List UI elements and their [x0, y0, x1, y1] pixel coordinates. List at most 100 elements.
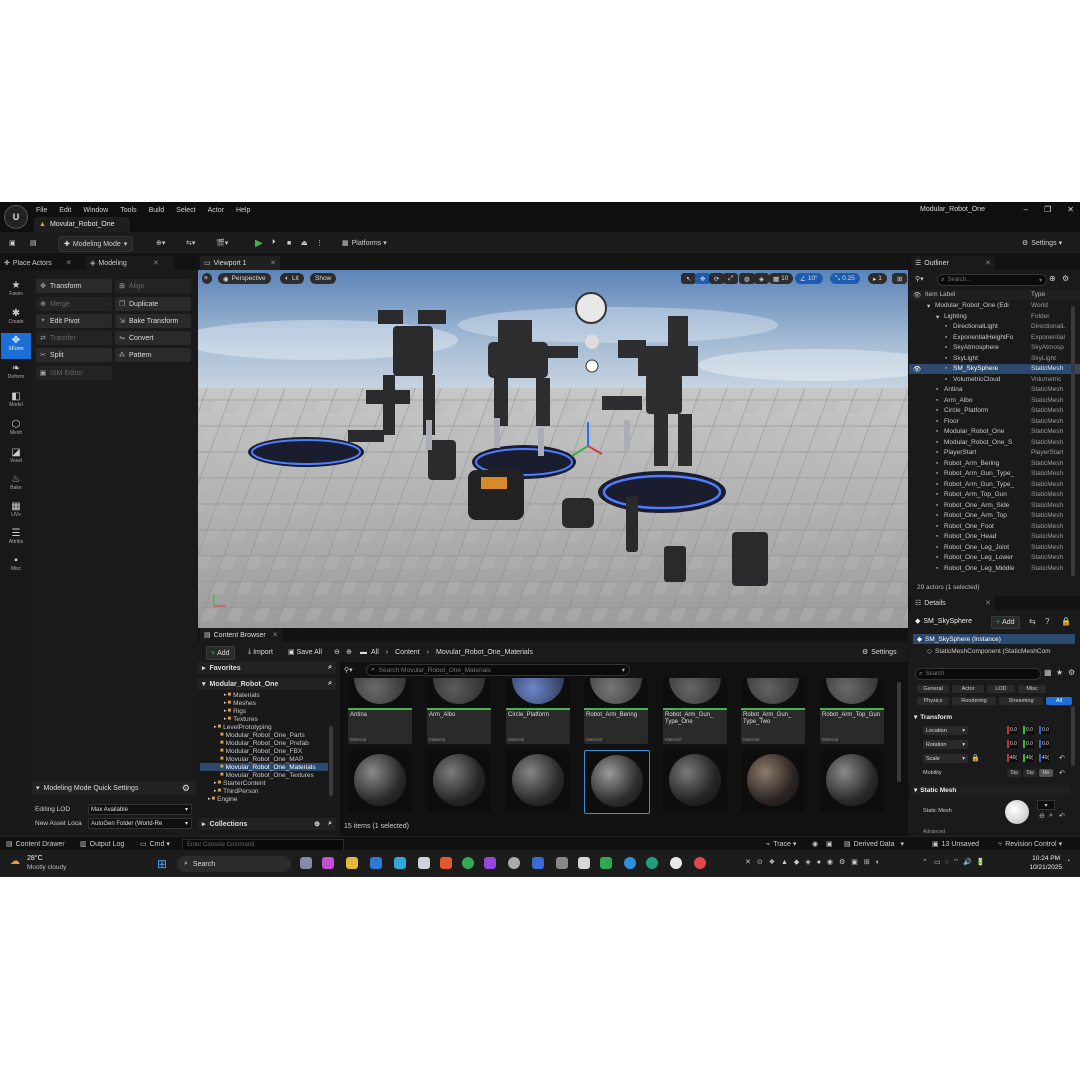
- tree-item[interactable]: ▸ ■ StarterContent: [214, 779, 265, 787]
- convert-tool[interactable]: ⇋ Convert: [115, 331, 191, 345]
- asset-tile[interactable]: Robot_Arm_Gun_ Type_One Material: [663, 678, 727, 744]
- browse-icon[interactable]: ⌕: [1049, 812, 1053, 820]
- outliner-scrollbar[interactable]: [1071, 306, 1075, 576]
- outliner-row[interactable]: ▪ Robot_Arm_Gun_Type_ StaticMesh: [909, 480, 1080, 490]
- level-tab[interactable]: ▲ Movular_Robot_One: [34, 217, 130, 232]
- breadcrumb-all[interactable]: All: [371, 649, 379, 656]
- tree-item[interactable]: ▸ ■ ThirdPerson: [214, 787, 259, 795]
- derived-data-button[interactable]: ▤ Derived Data ▾: [844, 839, 904, 849]
- app-icon[interactable]: [600, 857, 612, 869]
- category-bake[interactable]: ♨ Bake: [1, 472, 31, 498]
- grid-snap-button[interactable]: ▦ 10: [768, 273, 794, 284]
- mobility-static[interactable]: Sta: [1007, 769, 1021, 777]
- outliner-row[interactable]: ▪ Robot_Arm_Gun_Type_ StaticMesh: [909, 469, 1080, 479]
- category-uvs[interactable]: ▦ UVs: [1, 499, 31, 525]
- category-xform[interactable]: ✥ XForm: [1, 333, 31, 359]
- app-icon[interactable]: [578, 857, 590, 869]
- step-icon[interactable]: ⏵: [272, 236, 276, 250]
- filter-icon[interactable]: ⚲▾: [915, 275, 924, 283]
- outliner-row[interactable]: ▪ Arm_Albo StaticMesh: [909, 396, 1080, 406]
- location-dropdown[interactable]: Location ▾: [923, 726, 968, 735]
- lock-icon[interactable]: 🔒: [971, 754, 980, 762]
- outliner-row[interactable]: ▪ Robot_One_Arm_Side StaticMesh: [909, 501, 1080, 511]
- reset-icon[interactable]: ↶: [1059, 754, 1065, 762]
- filter-icon[interactable]: ⚲▾: [344, 665, 360, 675]
- outliner-row[interactable]: ▪ Antina StaticMesh: [909, 385, 1080, 395]
- category-model[interactable]: ◧ Model: [1, 389, 31, 415]
- tree-item[interactable]: ▸ ■ LevelPrototyping: [214, 723, 272, 731]
- mobility-stationary[interactable]: Sta: [1023, 769, 1037, 777]
- scale-y[interactable]: 40(: [1023, 754, 1034, 762]
- asset-tile[interactable]: Antina Material: [348, 678, 412, 744]
- weather-icon[interactable]: ☁: [10, 856, 24, 868]
- bake-transform-tool[interactable]: ⇲ Bake Transform: [115, 314, 191, 328]
- outliner-row[interactable]: ▪ Robot_One_Foot StaticMesh: [909, 522, 1080, 532]
- system-tray-icons[interactable]: ✕⊙❖▲◆◈●◉⚙▣⊞◐: [745, 858, 920, 869]
- quick-settings-header[interactable]: ▾ Modeling Mode Quick Settings ⚙: [32, 782, 196, 794]
- cmd-dropdown[interactable]: ▭ Cmd ▾: [140, 839, 170, 849]
- asset-tile[interactable]: [741, 750, 805, 812]
- category-attribs[interactable]: ☰ Attribs: [1, 526, 31, 552]
- content-settings-button[interactable]: ⚙ Settings: [862, 646, 897, 658]
- close-icon[interactable]: ✕: [272, 631, 278, 639]
- asset-tile[interactable]: [427, 750, 491, 812]
- layout-icon[interactable]: ⊞: [892, 273, 908, 284]
- app-icon[interactable]: [624, 857, 636, 869]
- root-folder-header[interactable]: ▾ Modular_Robot_One ⌕: [198, 678, 336, 690]
- app-icon[interactable]: [394, 857, 406, 869]
- notification-icon[interactable]: ◔: [1066, 858, 1070, 865]
- chrome-icon[interactable]: [462, 857, 474, 869]
- app-icon[interactable]: [532, 857, 544, 869]
- breadcrumb-content[interactable]: Content: [395, 649, 420, 656]
- gear-icon[interactable]: ⚙: [1062, 274, 1069, 283]
- asset-tile[interactable]: [820, 750, 884, 812]
- advanced-label[interactable]: Advanced: [923, 829, 945, 835]
- search-icon[interactable]: ⌕: [328, 680, 332, 688]
- pattern-tool[interactable]: ⁂ Pattern: [115, 348, 191, 362]
- scale-mode-icon[interactable]: ⤢: [723, 273, 739, 284]
- location-x[interactable]: 0.0: [1007, 726, 1018, 734]
- use-selected-icon[interactable]: ⊖: [1039, 812, 1045, 820]
- close-icon[interactable]: ✕: [985, 259, 991, 267]
- ism-editor-tool[interactable]: ▣ ISM Editor: [36, 366, 112, 380]
- menu-actor[interactable]: Actor: [208, 207, 224, 214]
- minimize-button[interactable]: –: [1024, 205, 1028, 214]
- category-mesh[interactable]: ⬡ Mesh: [1, 417, 31, 443]
- close-icon[interactable]: ✕: [985, 599, 991, 607]
- outliner-row[interactable]: ▪ Floor StaticMesh: [909, 417, 1080, 427]
- filter-rendering[interactable]: Rendering: [952, 697, 996, 705]
- search-icon[interactable]: ⌕: [328, 664, 332, 672]
- category-voxel[interactable]: ◪ Voxel: [1, 445, 31, 471]
- forward-button[interactable]: ⊕: [346, 646, 352, 658]
- scale-dropdown[interactable]: Scale ▾: [923, 754, 968, 763]
- transfer-tool[interactable]: ⇄ Transfer: [36, 331, 112, 345]
- menu-help[interactable]: Help: [236, 207, 250, 214]
- app-icon[interactable]: [484, 857, 496, 869]
- clock-time[interactable]: 10:24 PM: [1024, 855, 1060, 862]
- grid-view-icon[interactable]: ▦: [1044, 668, 1052, 677]
- maximize-button[interactable]: ❐: [1044, 205, 1051, 214]
- file-explorer-icon[interactable]: [346, 857, 358, 869]
- tree-item-selected[interactable]: ■ Movular_Robot_One_Materials: [200, 763, 328, 771]
- asset-tile[interactable]: Robot_Arm_Gun_ Type_Two Material: [741, 678, 805, 744]
- menu-select[interactable]: Select: [176, 207, 195, 214]
- asset-tile[interactable]: Robot_Arm_Top_Gun Material: [820, 678, 884, 744]
- asset-tile-selected[interactable]: [584, 750, 650, 814]
- import-button[interactable]: ⤓ Import: [248, 646, 273, 658]
- app-icon[interactable]: [556, 857, 568, 869]
- component-instance-row[interactable]: ◆ SM_SkySphere (Instance): [913, 634, 1075, 644]
- tree-item[interactable]: ▸ ■ Materials: [224, 691, 260, 699]
- tab-modeling[interactable]: ◈ Modeling ✕: [86, 256, 174, 270]
- gear-icon[interactable]: ⚙: [182, 783, 190, 794]
- details-search-input[interactable]: ⌕ Search: [915, 668, 1041, 680]
- filter-all[interactable]: All: [1046, 697, 1072, 705]
- outliner-row[interactable]: ▪ Robot_Arm_Bering StaticMesh: [909, 459, 1080, 469]
- world-space-icon[interactable]: ◍: [739, 273, 755, 284]
- back-button[interactable]: ⊖: [334, 646, 340, 658]
- transform-header[interactable]: ▾ Transform: [911, 712, 1071, 722]
- close-icon[interactable]: ✕: [153, 259, 159, 267]
- asset-tile[interactable]: Robot_Arm_Bering Material: [584, 678, 648, 744]
- lock-icon[interactable]: 🔒: [1061, 617, 1071, 626]
- show-button[interactable]: Show: [310, 273, 337, 284]
- viewport-tab[interactable]: ▭ Viewport 1 ✕: [200, 256, 280, 270]
